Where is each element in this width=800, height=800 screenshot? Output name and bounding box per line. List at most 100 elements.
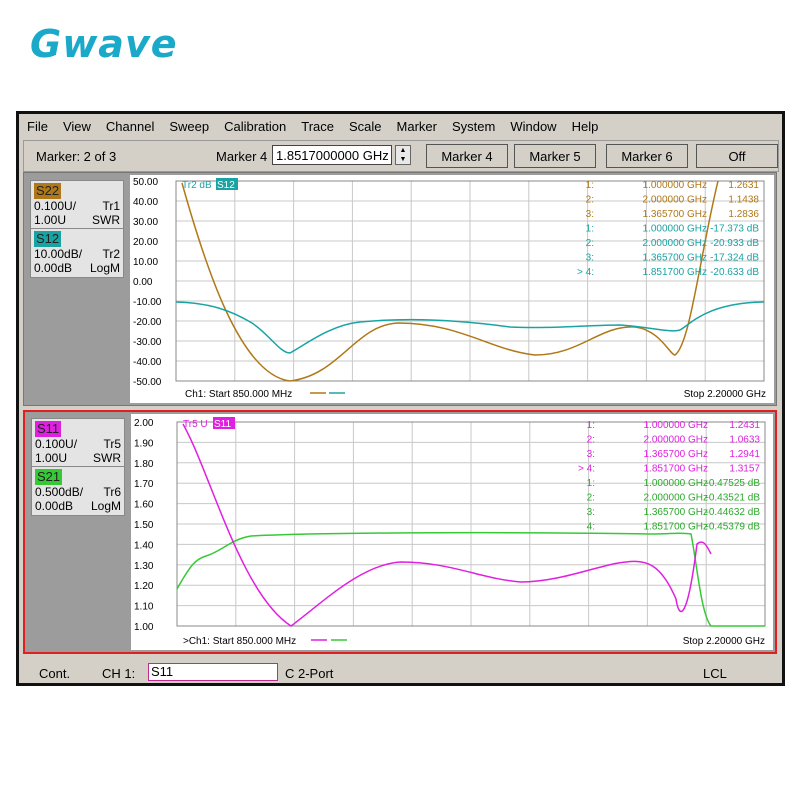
marker-value: 1.1438 bbox=[728, 195, 759, 206]
trace-label-2-tag: S11 bbox=[214, 419, 231, 430]
marker-frequency: 2.000000 GHz bbox=[644, 493, 709, 504]
marker-frequency-spinner[interactable]: ▲ ▼ bbox=[395, 145, 411, 165]
marker-number: 1: bbox=[586, 224, 594, 235]
stop-label-2: Stop 2.20000 GHz bbox=[683, 636, 765, 647]
marker-value: -17.324 dB bbox=[710, 253, 759, 264]
y-tick-label: 1.90 bbox=[134, 438, 154, 449]
s12-format: LogM bbox=[89, 261, 120, 275]
menu-help[interactable]: Help bbox=[564, 119, 606, 134]
channel-panel-2[interactable]: S11 0.100U/Tr5 1.00U SWR S21 0.500dB/Tr6 … bbox=[23, 410, 777, 654]
marker-frequency: 1.000000 GHz bbox=[644, 420, 709, 431]
trace-label-2-prefix: Tr5 U bbox=[183, 419, 208, 430]
y-tick-label: 10.00 bbox=[133, 257, 158, 268]
s21-tag: S21 bbox=[35, 469, 63, 485]
marker-frequency: 1.365700 GHz bbox=[643, 209, 708, 220]
marker-6-button[interactable]: Marker 6 bbox=[606, 144, 688, 168]
marker-value: -0.43521 dB bbox=[706, 493, 761, 504]
s22-format: SWR bbox=[92, 213, 120, 227]
plot-area-2[interactable]: 2.00 1.90 1.80 1.70 1.60 1.50 1.40 1.30 1.20 1.10… bbox=[131, 414, 773, 650]
marker-number: 2: bbox=[587, 493, 595, 504]
marker-value: 1.2941 bbox=[729, 449, 760, 460]
s22-ref: 1.00U bbox=[34, 213, 67, 227]
marker-off-button[interactable]: Off bbox=[696, 144, 778, 168]
marker-number: 4: bbox=[587, 522, 595, 533]
y-tick-label: 1.30 bbox=[134, 561, 154, 572]
marker-frequency: 1.851700 GHz bbox=[643, 267, 708, 278]
s12-scale: 10.00dB/ bbox=[34, 247, 83, 261]
menu-window[interactable]: Window bbox=[502, 119, 563, 134]
trace-info-s12[interactable]: S12 10.00dB/Tr2 0.00dB LogM bbox=[30, 228, 124, 278]
marker-frequency: 2.000000 GHz bbox=[644, 435, 709, 446]
stop-label-1: Stop 2.20000 GHz bbox=[684, 389, 766, 400]
active-param-status[interactable]: S11 bbox=[148, 663, 278, 681]
start-label-1: Ch1: Start 850.000 MHz bbox=[185, 389, 292, 400]
marker-value: 1.3157 bbox=[729, 464, 760, 475]
y-tick-label: -10.00 bbox=[133, 297, 162, 308]
s12-tag: S12 bbox=[34, 231, 62, 247]
y-tick-label: 1.70 bbox=[134, 479, 154, 490]
trace-info-s22[interactable]: S22 0.100U/Tr1 1.00U SWR bbox=[30, 180, 124, 230]
channel-panel-1[interactable]: S22 0.100U/Tr1 1.00U SWR S12 10.00dB/Tr2 … bbox=[23, 172, 777, 406]
y-tick-label: 30.00 bbox=[133, 217, 158, 228]
status-bar: Cont. CH 1: S11 C 2-Port LCL bbox=[19, 660, 782, 684]
marker-frequency: 1.851700 GHz bbox=[644, 522, 709, 533]
port-status: C 2-Port bbox=[285, 666, 334, 681]
marker-5-button[interactable]: Marker 5 bbox=[514, 144, 596, 168]
marker-number: 2: bbox=[587, 435, 595, 446]
marker-value: -0.47525 dB bbox=[706, 478, 761, 489]
marker-frequency: 2.000000 GHz bbox=[643, 195, 708, 206]
start-label-2: >Ch1: Start 850.000 MHz bbox=[183, 636, 296, 647]
marker-frequency: 2.000000 GHz bbox=[643, 238, 708, 249]
s22-scale: 0.100U/ bbox=[34, 199, 77, 213]
marker-frequency: 1.000000 GHz bbox=[644, 478, 709, 489]
s21-tr: Tr6 bbox=[103, 485, 121, 499]
marker-frequency-input[interactable] bbox=[272, 145, 392, 165]
menu-sweep[interactable]: Sweep bbox=[161, 119, 216, 134]
marker-value: -20.633 dB bbox=[710, 267, 759, 278]
plot-area-1[interactable]: 50.00 40.00 30.00 20.00 10.00 0.00 -10.00 -20.0… bbox=[130, 175, 774, 403]
y-tick-label: 1.60 bbox=[134, 500, 154, 511]
menu-calibration[interactable]: Calibration bbox=[216, 119, 293, 134]
menu-view[interactable]: View bbox=[55, 119, 98, 134]
s11-ref: 1.00U bbox=[35, 451, 68, 465]
menu-scale[interactable]: Scale bbox=[341, 119, 389, 134]
y-tick-label: 1.20 bbox=[134, 581, 154, 592]
sweep-mode-status[interactable]: Cont. bbox=[39, 666, 70, 681]
marker-number: 3: bbox=[587, 507, 595, 518]
y-tick-label: -40.00 bbox=[133, 357, 162, 368]
s11-format: SWR bbox=[93, 451, 121, 465]
menu-file[interactable]: File bbox=[19, 119, 55, 134]
y-tick-label: 1.00 bbox=[134, 622, 154, 633]
trace-info-s11[interactable]: S11 0.100U/Tr5 1.00U SWR bbox=[31, 418, 125, 468]
y-tick-label: -50.00 bbox=[133, 377, 162, 388]
marker-value: -20.933 dB bbox=[710, 238, 759, 249]
s22-tag: S22 bbox=[34, 183, 62, 199]
marker-number: 3: bbox=[586, 209, 594, 220]
s21-format: LogM bbox=[90, 499, 121, 513]
marker-number: > 4: bbox=[578, 464, 595, 475]
marker-frequency: 1.365700 GHz bbox=[644, 507, 709, 518]
marker-number: 3: bbox=[587, 449, 595, 460]
menu-system[interactable]: System bbox=[444, 119, 502, 134]
trace-label-1-tag: S12 bbox=[217, 180, 235, 191]
menu-bar: File View Channel Sweep Calibration Trac… bbox=[19, 114, 782, 138]
trace-info-s21[interactable]: S21 0.500dB/Tr6 0.00dB LogM bbox=[31, 466, 125, 516]
channel-status: CH 1: bbox=[102, 666, 136, 681]
marker-count-label: Marker: 2 of 3 bbox=[36, 149, 117, 164]
y-tick-label: 50.00 bbox=[133, 177, 158, 188]
menu-marker[interactable]: Marker bbox=[389, 119, 444, 134]
marker-4-button[interactable]: Marker 4 bbox=[426, 144, 508, 168]
y-tick-label: 1.10 bbox=[134, 602, 154, 613]
s11-scale: 0.100U/ bbox=[35, 437, 78, 451]
menu-trace[interactable]: Trace bbox=[293, 119, 341, 134]
marker-number: 1: bbox=[587, 420, 595, 431]
marker-number: 1: bbox=[587, 478, 595, 489]
marker-value: 1.2836 bbox=[728, 209, 759, 220]
marker-number: > 4: bbox=[577, 267, 594, 278]
vna-window: File View Channel Sweep Calibration Trac… bbox=[16, 111, 785, 686]
marker-toolbar: Marker: 2 of 3 Marker 4 ▲▼ Marker 4 Mark… bbox=[23, 140, 779, 172]
marker-value: 1.2631 bbox=[728, 180, 759, 191]
menu-channel[interactable]: Channel bbox=[98, 119, 161, 134]
y-tick-label: 2.00 bbox=[134, 418, 154, 429]
y-tick-label: 40.00 bbox=[133, 197, 158, 208]
